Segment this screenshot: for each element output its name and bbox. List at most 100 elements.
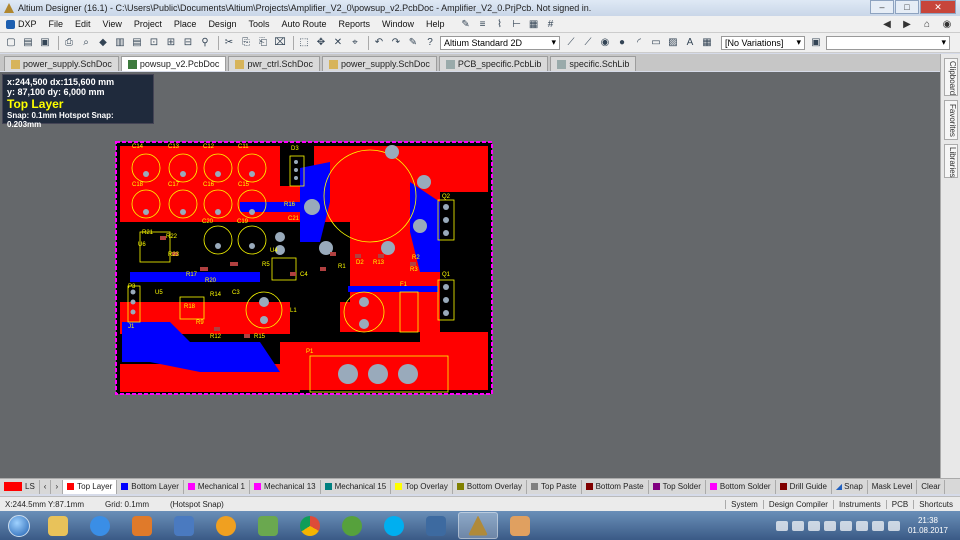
current-layer-swatch[interactable]: LS <box>0 479 40 494</box>
panel-shortcuts-button[interactable]: Shortcuts <box>913 499 958 509</box>
zoom-fit-icon[interactable]: ⊡ <box>147 36 161 50</box>
zoom-select-icon[interactable]: ⊟ <box>181 36 195 50</box>
layer-scroll-right[interactable]: › <box>51 479 64 494</box>
string-icon[interactable]: A <box>683 36 697 50</box>
layer-tab-bottom-layer[interactable]: Bottom Layer <box>117 479 184 494</box>
deselect-icon[interactable]: ✕ <box>331 36 345 50</box>
mask-level-button[interactable]: Mask Level <box>868 479 918 494</box>
layer-tab-top-paste[interactable]: Top Paste <box>527 479 582 494</box>
nav-icon[interactable]: ◉ <box>938 17 956 31</box>
menu-tools[interactable]: Tools <box>242 19 275 29</box>
panel-instruments-button[interactable]: Instruments <box>832 499 886 509</box>
panel-pcb-button[interactable]: PCB <box>885 499 913 509</box>
route-icon[interactable]: ✎ <box>459 17 473 31</box>
tray-icon[interactable] <box>775 520 788 531</box>
menu-view[interactable]: View <box>97 19 128 29</box>
menu-reports[interactable]: Reports <box>333 19 377 29</box>
layer-tab-mechanical-15[interactable]: Mechanical 15 <box>321 479 392 494</box>
taskbar-ie[interactable] <box>80 512 120 539</box>
tab-power-supply-sch[interactable]: power_supply.SchDoc <box>4 56 119 71</box>
tray-clock[interactable]: 21:38 01.08.2017 <box>908 516 948 536</box>
volume-icon[interactable] <box>887 520 900 531</box>
variations-combo[interactable]: [No Variations] ▾ <box>721 35 805 50</box>
redo-icon[interactable]: ↷ <box>389 36 403 50</box>
taskbar-torrent[interactable] <box>332 512 372 539</box>
layer-tab-top-solder[interactable]: Top Solder <box>649 479 706 494</box>
tab-power-supply-sch-2[interactable]: power_supply.SchDoc <box>321 56 437 71</box>
snap-button[interactable]: ◢ Snap <box>832 479 868 494</box>
extra-combo[interactable]: ▾ <box>826 35 950 50</box>
layer-tab-bottom-solder[interactable]: Bottom Solder <box>706 479 776 494</box>
forward-icon[interactable]: ▶ <box>898 17 916 31</box>
taskbar-paint[interactable] <box>500 512 540 539</box>
layer-tab-bottom-overlay[interactable]: Bottom Overlay <box>453 479 528 494</box>
clear-button[interactable]: Clear <box>917 479 946 494</box>
move-icon[interactable]: ✥ <box>314 36 328 50</box>
taskbar-sound[interactable] <box>164 512 204 539</box>
component-icon[interactable]: ▦ <box>700 36 714 50</box>
dimension-icon[interactable]: ⊢ <box>510 17 524 31</box>
taskbar-skype[interactable] <box>374 512 414 539</box>
panel-design-compiler-button[interactable]: Design Compiler <box>762 499 833 509</box>
variant-icon[interactable]: ▣ <box>809 36 823 50</box>
pcb-canvas[interactable]: x:244,500 dx:115,600 mm y: 87,100 dy: 6,… <box>0 72 940 478</box>
taskbar-viewer[interactable] <box>416 512 456 539</box>
start-button[interactable] <box>0 511 38 540</box>
zoom-area-icon[interactable]: ⊞ <box>164 36 178 50</box>
grid-icon[interactable]: # <box>544 17 558 31</box>
tray-icon[interactable] <box>823 520 836 531</box>
panel-clipboard[interactable]: Clipboard <box>944 58 958 96</box>
layer-tab-mechanical-13[interactable]: Mechanical 13 <box>250 479 321 494</box>
menu-edit[interactable]: Edit <box>69 19 97 29</box>
layer-icon[interactable]: ▤ <box>130 36 144 50</box>
tab-powsup-pcb[interactable]: powsup_v2.PcbDoc <box>120 56 227 71</box>
back-icon[interactable]: ◀ <box>878 17 896 31</box>
place-icon[interactable]: ⌇ <box>493 17 507 31</box>
board-icon[interactable]: ▥ <box>113 36 127 50</box>
open-icon[interactable]: ▤ <box>21 36 35 50</box>
menu-file[interactable]: File <box>43 19 70 29</box>
new-icon[interactable]: ▢ <box>4 36 18 50</box>
layer-tab-top-overlay[interactable]: Top Overlay <box>391 479 453 494</box>
taskbar-explorer[interactable] <box>38 512 78 539</box>
taskbar-mail[interactable] <box>206 512 246 539</box>
menu-design[interactable]: Design <box>202 19 242 29</box>
maximize-button[interactable]: □ <box>895 0 919 14</box>
menu-window[interactable]: Window <box>376 19 420 29</box>
polygon-icon[interactable]: ▨ <box>666 36 680 50</box>
panel-system-button[interactable]: System <box>725 499 763 509</box>
taskbar-apps[interactable] <box>248 512 288 539</box>
layer-scroll-left[interactable]: ‹ <box>40 479 52 494</box>
layer-tab-top-layer[interactable]: Top Layer <box>63 479 118 494</box>
menu-place[interactable]: Place <box>168 19 203 29</box>
diff-pair-icon[interactable]: ⟋ <box>581 36 595 50</box>
hint-icon[interactable]: ✎ <box>406 36 420 50</box>
tab-specific-schlib[interactable]: specific.SchLib <box>550 56 637 71</box>
menu-project[interactable]: Project <box>128 19 168 29</box>
cross-probe-icon[interactable]: ⌖ <box>348 36 362 50</box>
cut-icon[interactable]: ✂ <box>222 36 236 50</box>
copy-icon[interactable]: ⎘ <box>239 36 253 50</box>
undo-icon[interactable]: ↶ <box>372 36 386 50</box>
align-icon[interactable]: ≡ <box>476 17 490 31</box>
layer-tab-mechanical-1[interactable]: Mechanical 1 <box>184 479 250 494</box>
interactive-route-icon[interactable]: ⟋ <box>564 36 578 50</box>
print-icon[interactable]: ⎙ <box>62 36 76 50</box>
taskbar-media[interactable] <box>122 512 162 539</box>
bluetooth-icon[interactable] <box>839 520 852 531</box>
tray-icon[interactable] <box>855 520 868 531</box>
panel-libraries[interactable]: Libraries <box>944 144 958 178</box>
tray-icon[interactable] <box>807 520 820 531</box>
network-icon[interactable] <box>871 520 884 531</box>
taskbar-altium[interactable] <box>458 512 498 539</box>
taskbar-chrome[interactable] <box>290 512 330 539</box>
tab-pcb-specific-lib[interactable]: PCB_specific.PcbLib <box>438 56 549 71</box>
tray-icon[interactable] <box>791 520 804 531</box>
view-config-combo[interactable]: Altium Standard 2D ▾ <box>440 35 560 50</box>
help-icon[interactable]: ? <box>423 36 437 50</box>
tab-pwr-ctrl-sch[interactable]: pwr_ctrl.SchDoc <box>228 56 320 71</box>
room-icon[interactable]: ▦ <box>527 17 541 31</box>
fill-icon[interactable]: ▭ <box>649 36 663 50</box>
save-icon[interactable]: ▣ <box>38 36 52 50</box>
home-icon[interactable]: ⌂ <box>918 17 936 31</box>
